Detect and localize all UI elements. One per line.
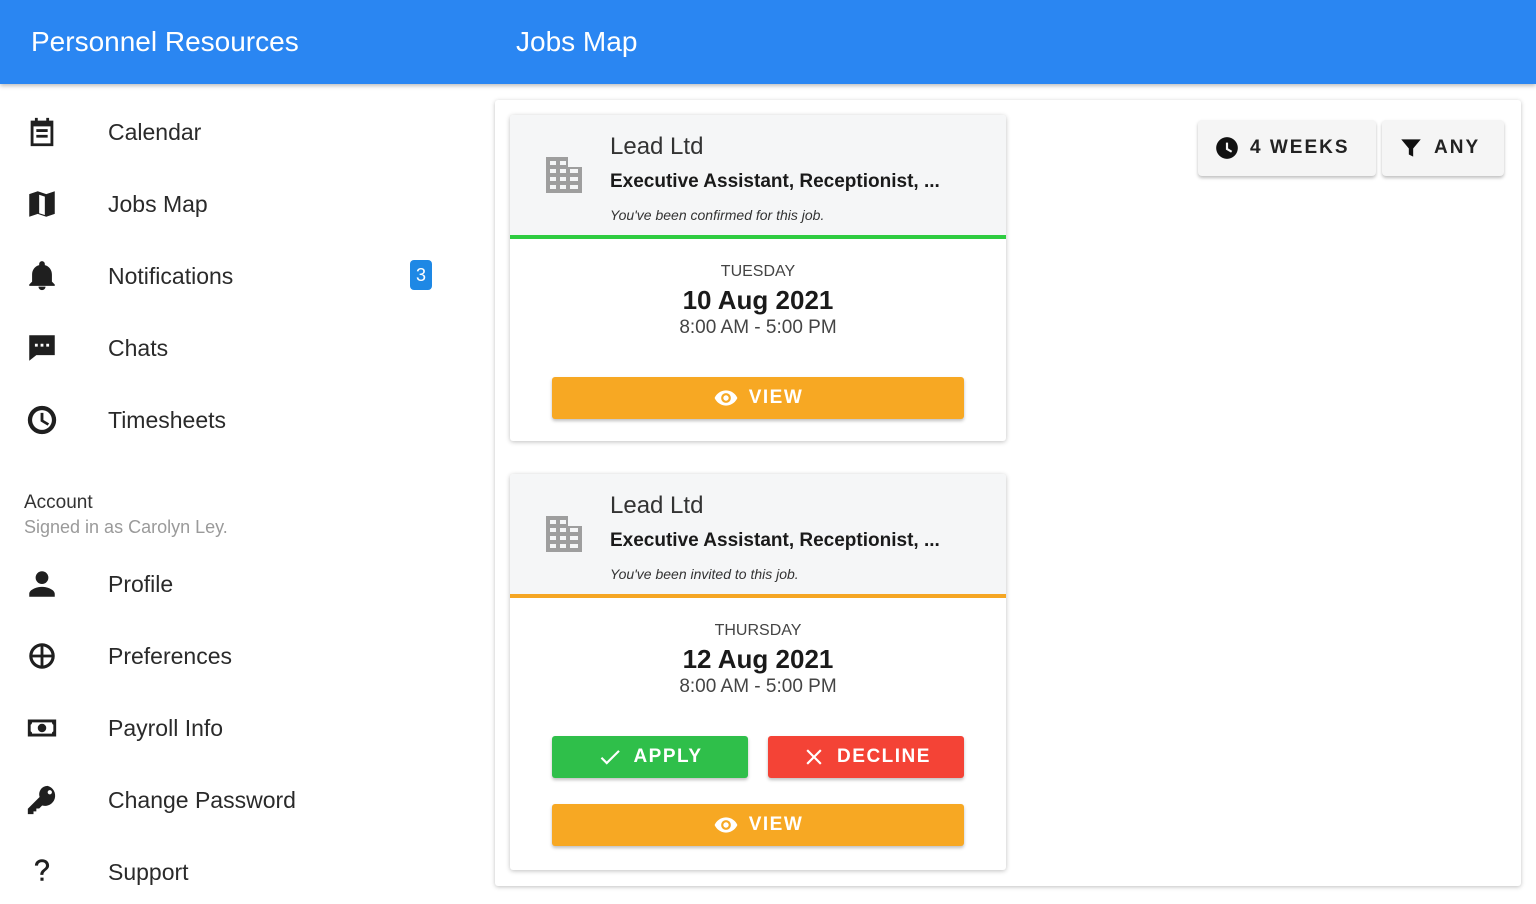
job-card-body: THURSDAY 12 Aug 2021 8:00 AM - 5:00 PM A… [510,598,1006,870]
nav-item-preferences[interactable]: Preferences [0,624,460,688]
job-day: THURSDAY [714,622,802,639]
any-filter-button[interactable]: ANY [1382,120,1504,176]
view-button[interactable]: VIEW [552,804,964,846]
nav-item-support[interactable]: Support [0,840,460,904]
bell-icon [24,258,60,294]
job-roles: Executive Assistant, Receptionist, ... [610,530,940,551]
job-status-note: You've been confirmed for this job. [610,207,825,223]
nav-item-timesheets[interactable]: Timesheets [0,388,460,452]
jobs-panel: 4 WEEKS ANY Lead Ltd Executive Assistant… [495,100,1521,886]
weeks-filter-button[interactable]: 4 WEEKS [1198,120,1376,176]
job-date: 10 Aug 2021 [682,285,834,315]
filter-icon [1401,139,1421,157]
company-name: Lead Ltd [610,492,704,519]
building-icon [540,149,588,201]
money-icon [24,710,60,746]
map-icon [24,186,60,222]
chat-icon [24,330,60,366]
help-icon [24,854,60,890]
job-card: Lead Ltd Executive Assistant, Receptioni… [510,115,1006,441]
nav-label: Change Password [108,787,296,813]
nav-item-chats[interactable]: Chats [0,316,460,380]
nav-item-payroll-info[interactable]: Payroll Info [0,696,460,760]
job-time: 8:00 AM - 5:00 PM [679,317,837,338]
job-card-header[interactable]: Lead Ltd Executive Assistant, Receptioni… [510,115,1006,239]
apply-button[interactable]: APPLY [552,736,748,778]
job-time: 8:00 AM - 5:00 PM [679,676,837,697]
signed-in-text: Signed in as Carolyn Ley. [24,517,228,537]
person-icon [24,566,60,602]
eye-icon [714,817,738,833]
page-title: Jobs Map [516,26,638,57]
eye-icon [714,390,738,406]
decline-button[interactable]: DECLINE [768,736,964,778]
clock-icon [1216,137,1238,159]
decline-label: DECLINE [837,746,931,767]
close-icon [806,749,822,765]
job-card-body: TUESDAY 10 Aug 2021 8:00 AM - 5:00 PM VI… [510,239,1006,441]
nav-label: Profile [108,571,174,597]
job-card: Lead Ltd Executive Assistant, Receptioni… [510,474,1006,870]
nav-label: Calendar [108,119,202,145]
nav-label: Chats [108,335,169,361]
notification-count-badge: 3 [410,260,432,290]
check-icon [601,750,621,765]
nav-label: Jobs Map [108,191,208,217]
app-title: Personnel Resources [31,26,299,57]
account-heading: Account [24,492,93,513]
preferences-icon [24,638,60,674]
view-label: VIEW [748,814,804,835]
company-name: Lead Ltd [610,133,704,160]
nav-label: Preferences [108,643,233,669]
job-day: TUESDAY [720,263,796,280]
view-button[interactable]: VIEW [552,377,964,419]
building-icon [540,508,588,560]
timesheet-icon [24,402,60,438]
key-icon [24,782,60,818]
nav-item-profile[interactable]: Profile [0,552,460,616]
job-status-note: You've been invited to this job. [610,566,799,582]
apply-label: APPLY [633,746,703,767]
view-label: VIEW [748,387,804,408]
job-date: 12 Aug 2021 [682,644,834,674]
navigation-drawer: Calendar Jobs Map Notifications 3 Chats … [0,84,460,900]
nav-item-change-password[interactable]: Change Password [0,768,460,832]
nav-item-calendar[interactable]: Calendar [0,100,460,164]
job-roles: Executive Assistant, Receptionist, ... [610,171,940,192]
any-filter-label: ANY [1434,137,1481,158]
job-card-header[interactable]: Lead Ltd Executive Assistant, Receptioni… [510,474,1006,598]
calendar-icon [24,114,60,150]
nav-label: Support [108,859,189,885]
weeks-filter-label: 4 WEEKS [1250,137,1350,158]
nav-label: Timesheets [108,407,227,433]
app-bar: Personnel Resources Jobs Map [0,0,1536,84]
nav-label: Payroll Info [108,715,224,741]
nav-item-jobs-map[interactable]: Jobs Map [0,172,460,236]
nav-item-notifications[interactable]: Notifications 3 [0,244,460,308]
nav-label: Notifications [108,263,234,289]
